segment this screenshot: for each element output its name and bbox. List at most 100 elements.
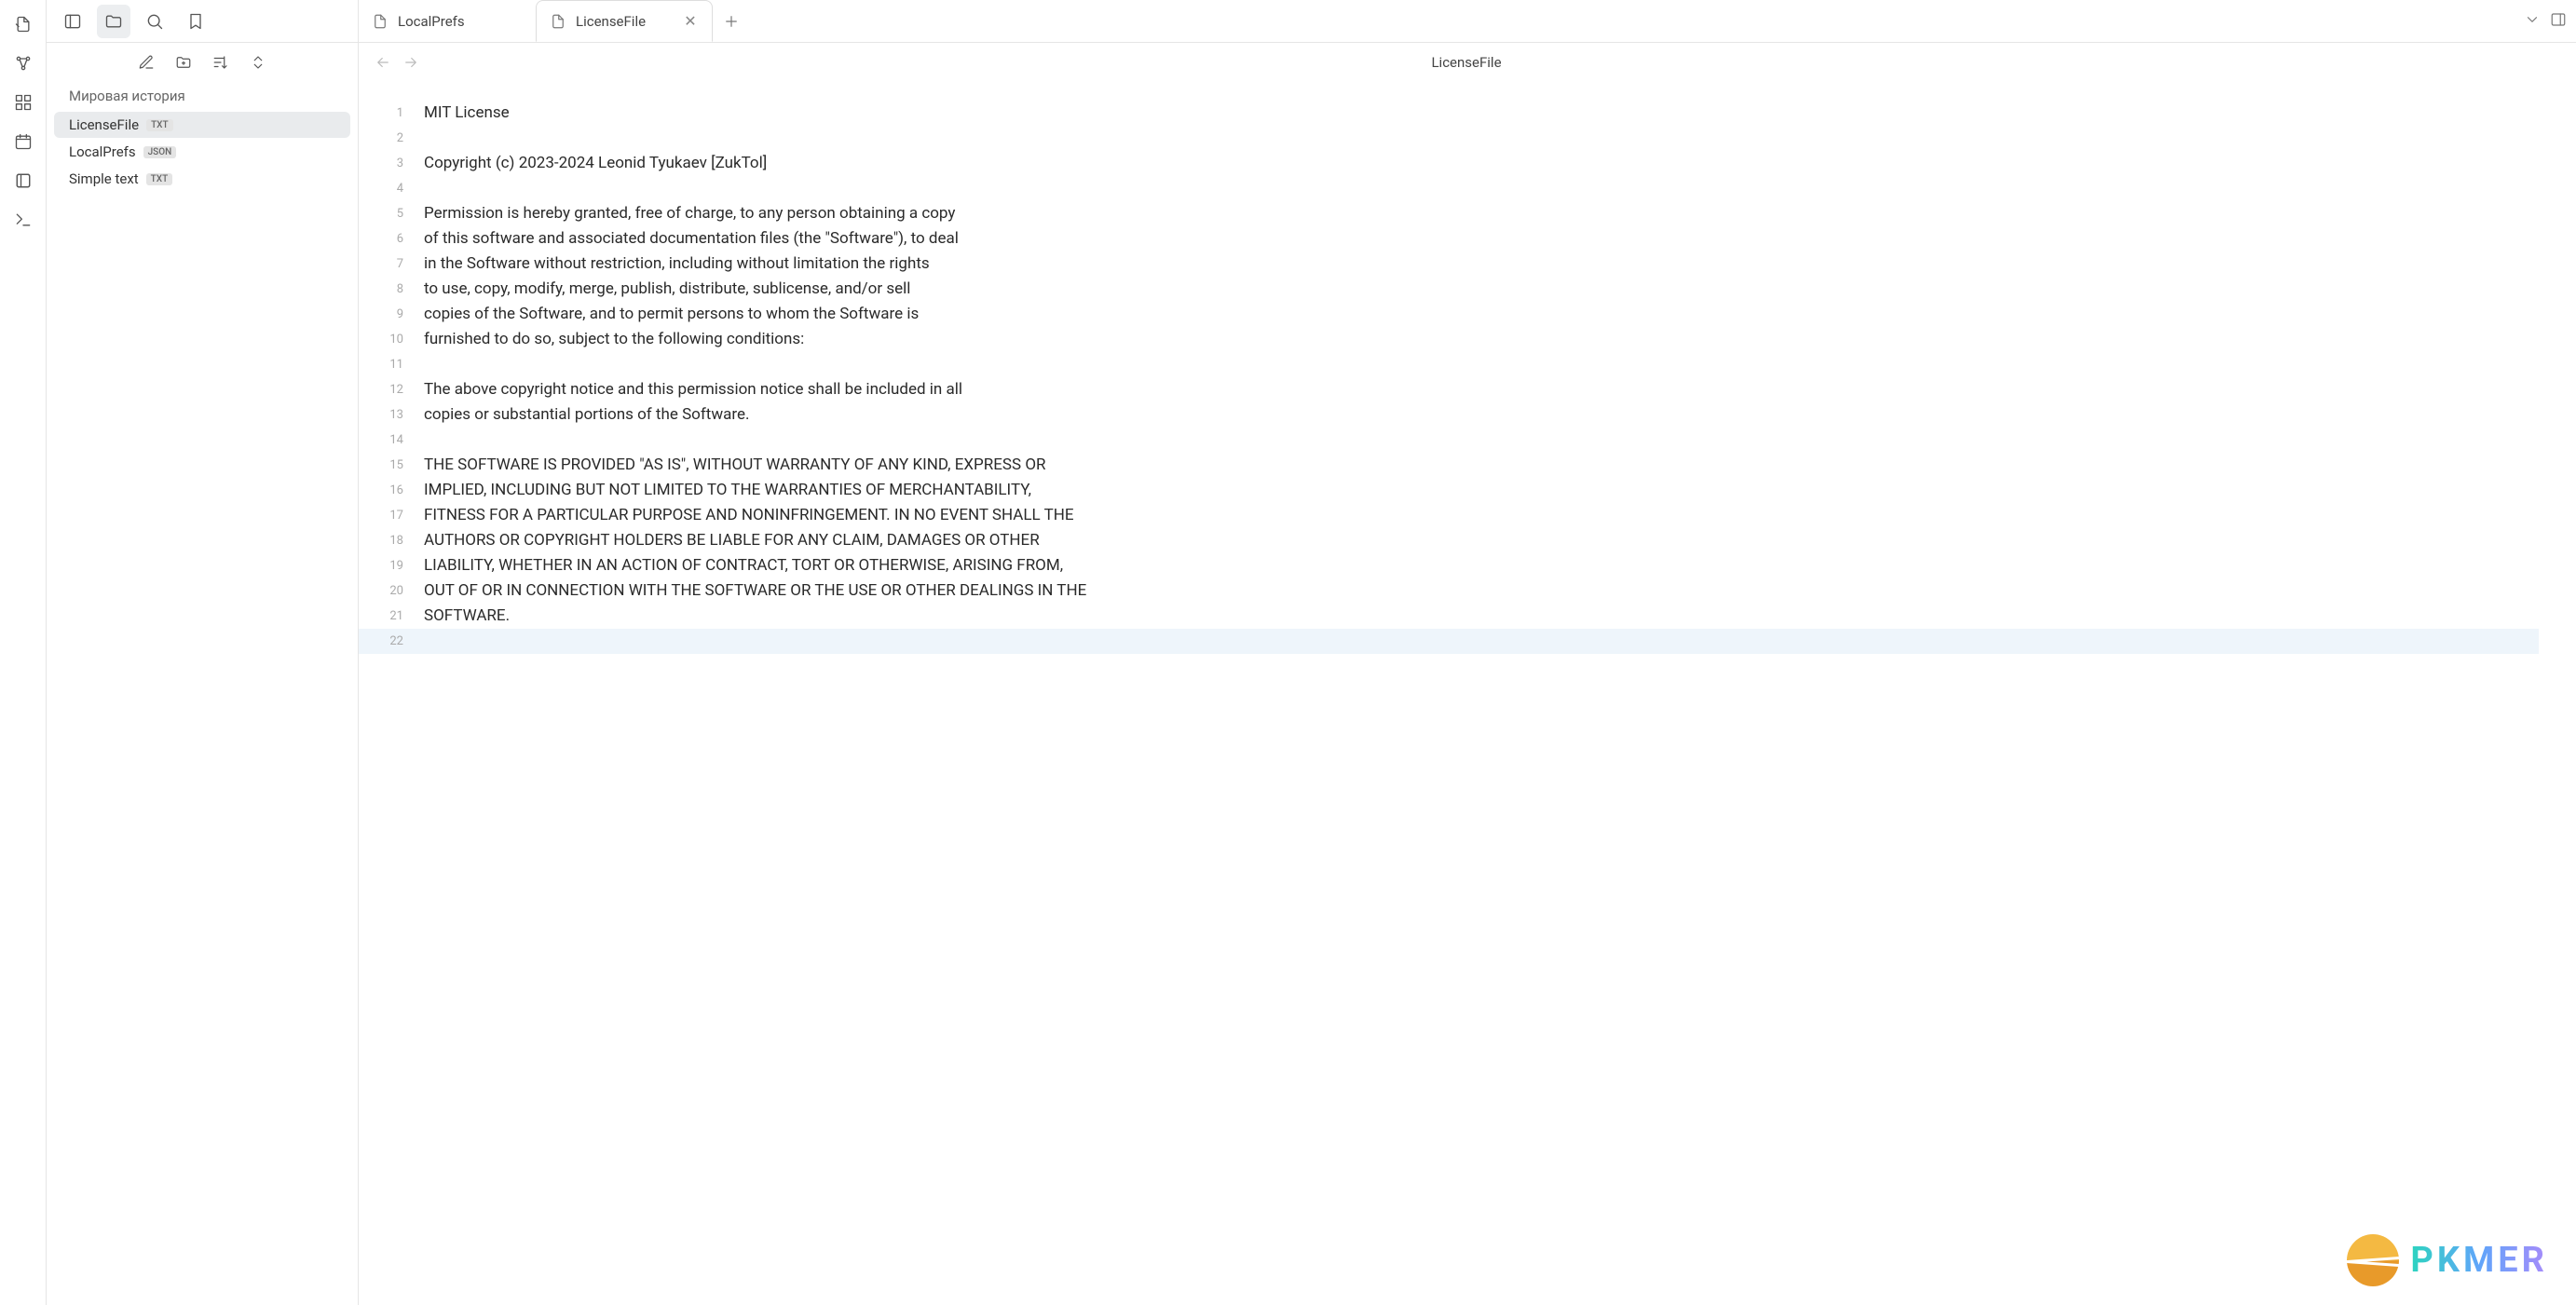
line-text: furnished to do so, subject to the follo… (424, 327, 804, 352)
editor-line[interactable]: 15 THE SOFTWARE IS PROVIDED "AS IS", WIT… (359, 453, 2539, 478)
line-text: The above copyright notice and this perm… (424, 377, 962, 402)
files-icon[interactable] (97, 5, 130, 38)
line-number: 4 (359, 176, 424, 201)
tab-label: LicenseFile (576, 13, 673, 30)
line-number: 6 (359, 226, 424, 251)
line-number: 15 (359, 453, 424, 478)
editor-line[interactable]: 19 LIABILITY, WHETHER IN AN ACTION OF CO… (359, 553, 2539, 578)
line-number: 1 (359, 101, 424, 126)
canvas-icon[interactable] (10, 89, 36, 116)
command-palette-icon[interactable] (10, 207, 36, 233)
topbar: LocalPrefs LicenseFile ✕ (47, 0, 2576, 43)
line-number: 10 (359, 327, 424, 352)
line-number: 12 (359, 377, 424, 402)
editor-line[interactable]: 14 (359, 428, 2539, 453)
file-ext-badge: TXT (146, 119, 173, 131)
search-icon[interactable] (138, 5, 171, 38)
line-number: 2 (359, 126, 424, 151)
editor-line[interactable]: 9 copies of the Software, and to permit … (359, 302, 2539, 327)
right-sidebar-toggle-icon[interactable] (2550, 11, 2567, 32)
editor-line[interactable]: 7 in the Software without restriction, i… (359, 251, 2539, 277)
line-number: 20 (359, 578, 424, 604)
line-text: of this software and associated document… (424, 226, 959, 251)
line-number: 11 (359, 352, 424, 377)
line-number: 22 (359, 629, 424, 654)
editor-line[interactable]: 16 IMPLIED, INCLUDING BUT NOT LIMITED TO… (359, 478, 2539, 503)
editor-line[interactable]: 22 (359, 629, 2539, 654)
file-icon (372, 13, 388, 30)
tab-bar: LocalPrefs LicenseFile ✕ (359, 0, 2576, 42)
editor-line[interactable]: 5 Permission is hereby granted, free of … (359, 201, 2539, 226)
line-number: 3 (359, 151, 424, 176)
editor-line[interactable]: 1 MIT License (359, 101, 2539, 126)
nav-forward-icon[interactable] (402, 54, 420, 71)
nav-back-icon[interactable] (374, 54, 392, 71)
file-item-licensefile[interactable]: LicenseFile TXT (54, 112, 350, 138)
line-text: Permission is hereby granted, free of ch… (424, 201, 955, 226)
line-number: 16 (359, 478, 424, 503)
close-icon[interactable]: ✕ (682, 14, 699, 29)
line-text: to use, copy, modify, merge, publish, di… (424, 277, 910, 302)
line-number: 13 (359, 402, 424, 428)
tab-localprefs[interactable]: LocalPrefs (359, 0, 536, 42)
new-folder-icon[interactable] (173, 52, 194, 73)
line-text: IMPLIED, INCLUDING BUT NOT LIMITED TO TH… (424, 478, 1031, 503)
editor-line[interactable]: 11 (359, 352, 2539, 377)
new-tab-button[interactable] (713, 0, 750, 42)
left-rail (0, 0, 47, 1305)
file-ext-badge: TXT (146, 173, 173, 185)
line-number: 9 (359, 302, 424, 327)
editor-line[interactable]: 6 of this software and associated docume… (359, 226, 2539, 251)
line-number: 14 (359, 428, 424, 453)
file-name: LocalPrefs (69, 143, 136, 160)
editor-line[interactable]: 18 AUTHORS OR COPYRIGHT HOLDERS BE LIABL… (359, 528, 2539, 553)
daily-notes-icon[interactable] (10, 129, 36, 155)
file-name: LicenseFile (69, 116, 139, 133)
line-text: copies or substantial portions of the So… (424, 402, 749, 428)
line-text: SOFTWARE. (424, 604, 510, 629)
tab-label: LocalPrefs (398, 13, 523, 30)
editor-line[interactable]: 10 furnished to do so, subject to the fo… (359, 327, 2539, 352)
quick-switcher-icon[interactable] (10, 11, 36, 37)
line-number: 17 (359, 503, 424, 528)
editor-line[interactable]: 2 (359, 126, 2539, 151)
editor-line[interactable]: 8 to use, copy, modify, merge, publish, … (359, 277, 2539, 302)
line-text: OUT OF OR IN CONNECTION WITH THE SOFTWAR… (424, 578, 1086, 604)
line-number: 21 (359, 604, 424, 629)
line-number: 5 (359, 201, 424, 226)
editor-line[interactable]: 17 FITNESS FOR A PARTICULAR PURPOSE AND … (359, 503, 2539, 528)
sidebar-toggle-icon[interactable] (56, 5, 89, 38)
editor[interactable]: 1 MIT License 2 3 Copyright (c) 2023-202… (359, 82, 2576, 1305)
bookmark-icon[interactable] (179, 5, 212, 38)
file-name: Simple text (69, 170, 139, 187)
file-item-localprefs[interactable]: LocalPrefs JSON (54, 139, 350, 165)
editor-line[interactable]: 4 (359, 176, 2539, 201)
line-text: AUTHORS OR COPYRIGHT HOLDERS BE LIABLE F… (424, 528, 1040, 553)
file-item-simple-text[interactable]: Simple text TXT (54, 166, 350, 192)
view-header: LicenseFile (359, 43, 2576, 82)
view-title[interactable]: LicenseFile (431, 54, 2501, 71)
line-number: 18 (359, 528, 424, 553)
line-text: MIT License (424, 101, 510, 126)
graph-view-icon[interactable] (10, 50, 36, 76)
editor-line[interactable]: 21 SOFTWARE. (359, 604, 2539, 629)
file-ext-badge: JSON (143, 146, 177, 158)
line-number: 7 (359, 251, 424, 277)
sort-icon[interactable] (211, 52, 231, 73)
editor-line[interactable]: 3 Copyright (c) 2023-2024 Leonid Tyukaev… (359, 151, 2539, 176)
line-text: LIABILITY, WHETHER IN AN ACTION OF CONTR… (424, 553, 1063, 578)
vault-title[interactable]: Мировая история (47, 82, 358, 112)
tab-licensefile[interactable]: LicenseFile ✕ (536, 0, 713, 42)
file-icon (550, 13, 566, 30)
templates-icon[interactable] (10, 168, 36, 194)
tab-dropdown-icon[interactable] (2524, 11, 2541, 32)
editor-line[interactable]: 13 copies or substantial portions of the… (359, 402, 2539, 428)
collapse-icon[interactable] (248, 52, 268, 73)
line-text: copies of the Software, and to permit pe… (424, 302, 919, 327)
new-note-icon[interactable] (136, 52, 157, 73)
line-text: FITNESS FOR A PARTICULAR PURPOSE AND NON… (424, 503, 1074, 528)
line-text: THE SOFTWARE IS PROVIDED "AS IS", WITHOU… (424, 453, 1046, 478)
line-number: 8 (359, 277, 424, 302)
editor-line[interactable]: 12 The above copyright notice and this p… (359, 377, 2539, 402)
editor-line[interactable]: 20 OUT OF OR IN CONNECTION WITH THE SOFT… (359, 578, 2539, 604)
